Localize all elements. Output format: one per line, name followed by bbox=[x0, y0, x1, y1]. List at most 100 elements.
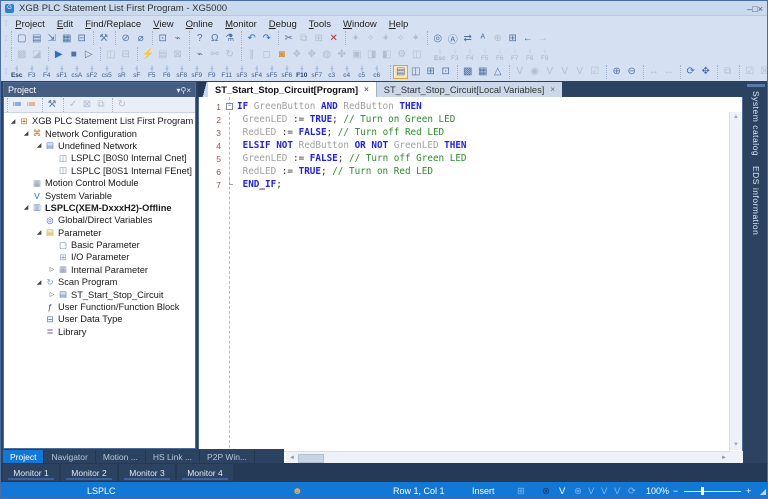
fkey-sf3[interactable]: ╫ sF3 bbox=[234, 63, 249, 80]
dock-tab-p2p-win[interactable]: P2P Win... bbox=[200, 450, 256, 463]
stop-monitor-icon[interactable]: ◻ bbox=[259, 47, 274, 61]
fkey-f11[interactable]: ╫ F11 bbox=[219, 63, 234, 80]
connection-options-icon[interactable]: ⚯ bbox=[207, 47, 222, 61]
fkey-f3[interactable]: ╫ F3 bbox=[447, 46, 462, 63]
duplicate-icon[interactable]: ⧉ bbox=[720, 65, 735, 79]
right-tab-system-catalog[interactable]: System catalog bbox=[751, 91, 761, 156]
find-text-icon[interactable]: Ⓐ bbox=[445, 31, 460, 46]
tree-item-network-config[interactable]: ◢ ⌘ Network Configuration bbox=[4, 127, 195, 139]
fkey-c5[interactable]: ╫ c5 bbox=[354, 63, 369, 80]
zoom-in-button[interactable]: + bbox=[746, 482, 751, 498]
menu-debug[interactable]: Debug bbox=[263, 19, 303, 30]
rung-tool-3-icon[interactable]: ✦ bbox=[378, 31, 393, 45]
status-gear-icon[interactable]: ⊛ bbox=[574, 482, 582, 498]
fkey-sf9[interactable]: ╫ sF9 bbox=[189, 63, 204, 80]
monitor-tool-8-icon[interactable]: ⚙ bbox=[394, 47, 409, 61]
fkey-csa[interactable]: ╫ csA bbox=[69, 63, 84, 80]
monitor-tool-1-icon[interactable]: ❖ bbox=[289, 47, 304, 61]
fkey-sf2[interactable]: ╫ sF2 bbox=[84, 63, 99, 80]
editor-tab-st-start-stop-circuit-local-variables[interactable]: ST_Start_Stop_Circuit[Local Variables] × bbox=[375, 82, 562, 97]
tree-item-fenet-module[interactable]: ◫ LSPLC [B0S1 Internal FEnet] bbox=[4, 165, 195, 177]
compile-all-icon[interactable]: ◪ bbox=[29, 47, 44, 61]
tree-item-internal-parameter[interactable]: ▷ ▦ Internal Parameter bbox=[4, 264, 195, 276]
check-off-icon[interactable]: ☒ bbox=[757, 65, 767, 79]
editor-tab-st-start-stop-circuit-program[interactable]: ST_Start_Stop_Circuit[Program] × bbox=[208, 82, 376, 97]
compare-icon[interactable]: ⧉ bbox=[94, 98, 108, 112]
fkey-f4[interactable]: ╫ F4 bbox=[462, 46, 477, 63]
table-view-icon[interactable]: ⊞ bbox=[505, 31, 520, 45]
monitor-tool-3-icon[interactable]: ◍ bbox=[319, 47, 334, 61]
fkey-sf[interactable]: ╫ sF bbox=[129, 63, 144, 80]
code-line[interactable]: 2 GreenLED := TRUE; // Turn on Green LED bbox=[199, 113, 728, 126]
import-project-icon[interactable]: ⇲ bbox=[44, 31, 59, 45]
v-mode-2-icon[interactable]: V bbox=[601, 482, 607, 498]
var-monitor-2-icon[interactable]: ◉ bbox=[527, 65, 542, 79]
window-message-icon[interactable]: ⊞ bbox=[423, 65, 438, 79]
fkey-f5[interactable]: ╫ F5 bbox=[144, 63, 159, 80]
monitor-tool-4-icon[interactable]: ✤ bbox=[334, 47, 349, 61]
module-view-icon[interactable]: ▦ bbox=[475, 65, 490, 79]
reset-plc-icon[interactable]: ↻ bbox=[222, 47, 237, 61]
code-line[interactable]: 1− IF GreenButton AND RedButton THEN bbox=[199, 100, 728, 113]
scroll-right-icon[interactable]: ► bbox=[718, 455, 730, 461]
memory-view-icon[interactable]: ▤ bbox=[155, 47, 170, 61]
tree-item-undefined-network[interactable]: ◢ ▤ Undefined Network bbox=[4, 140, 195, 152]
status-refresh-icon[interactable]: ⟳ bbox=[628, 482, 636, 498]
cut-icon[interactable]: ✂ bbox=[281, 31, 296, 45]
fkey-sr[interactable]: ╫ sR bbox=[114, 63, 129, 80]
fkey-sf6[interactable]: ╫ sF6 bbox=[279, 63, 294, 80]
tab-monitor-2[interactable]: Monitor 2 bbox=[61, 464, 117, 481]
navigate-back-icon[interactable]: ← bbox=[520, 31, 535, 45]
zoom-slider[interactable] bbox=[684, 491, 741, 492]
menu-view[interactable]: View bbox=[147, 19, 179, 30]
connect-icon[interactable]: ⌁ bbox=[192, 47, 207, 61]
v-mode-3-icon[interactable]: V bbox=[614, 482, 620, 498]
tree-item-system-variable[interactable]: V System Variable bbox=[4, 189, 195, 201]
save-project-icon[interactable]: ▦ bbox=[59, 31, 74, 45]
menu-tools[interactable]: Tools bbox=[303, 19, 337, 30]
tree-expander-icon[interactable]: ◢ bbox=[34, 229, 44, 236]
refresh-tree-icon[interactable]: ↻ bbox=[115, 98, 129, 112]
window-memory-icon[interactable]: ⊡ bbox=[438, 65, 453, 79]
fkey-f7[interactable]: ╫ F7 bbox=[507, 46, 522, 63]
fkey-c3[interactable]: ╫ c3 bbox=[324, 63, 339, 80]
zoom-out-button[interactable]: − bbox=[673, 482, 678, 498]
plug-icon[interactable]: ⌁ bbox=[170, 31, 185, 45]
window-project-icon[interactable]: ▤ bbox=[393, 64, 409, 79]
tree-item-io-parameter[interactable]: ⊞ I/O Parameter bbox=[4, 251, 195, 263]
expand-width-icon[interactable]: ↔ bbox=[646, 65, 661, 79]
fkey-f5[interactable]: ╫ F5 bbox=[477, 46, 492, 63]
rung-tool-1-icon[interactable]: ✦ bbox=[348, 31, 363, 45]
tree-item-library[interactable]: ≣ Library bbox=[4, 326, 195, 338]
tab-close-icon[interactable]: × bbox=[364, 85, 369, 94]
close-button[interactable]: × bbox=[758, 4, 763, 14]
start-monitor-icon[interactable]: ◙ bbox=[274, 47, 289, 61]
tree-expander-icon[interactable]: ◢ bbox=[21, 204, 31, 211]
tree-item-cnet-module[interactable]: ◫ LSPLC [B0S0 Internal Cnet] bbox=[4, 152, 195, 164]
fkey-esc[interactable]: ╫ Esc bbox=[9, 63, 24, 80]
fkey-cs5[interactable]: ╫ cs5 bbox=[99, 63, 114, 80]
fkey-f9[interactable]: ╫ F9 bbox=[204, 63, 219, 80]
tree-item-global-variables[interactable]: ◎ Global/Direct Variables bbox=[4, 214, 195, 226]
tab-close-icon[interactable]: × bbox=[550, 85, 555, 94]
undo-icon[interactable]: ↶ bbox=[244, 31, 259, 45]
menu-find-replace[interactable]: Find/Replace bbox=[79, 19, 147, 30]
view-devices-icon[interactable]: ≔ bbox=[24, 98, 38, 112]
menu-monitor[interactable]: Monitor bbox=[219, 19, 263, 30]
code-line[interactable]: 7 END_IF; bbox=[199, 178, 728, 191]
monitor-display-icon[interactable]: ⊡ bbox=[155, 31, 170, 45]
dock-tab-navigator[interactable]: Navigator bbox=[44, 450, 96, 463]
user-tools-icon[interactable]: Ω bbox=[207, 31, 222, 45]
monitor-tool-2-icon[interactable]: ✥ bbox=[304, 47, 319, 61]
menu-window[interactable]: Window bbox=[337, 19, 383, 30]
scroll-left-icon[interactable]: ◄ bbox=[286, 455, 298, 461]
fkey-sf1[interactable]: ╫ sF1 bbox=[54, 63, 69, 80]
settings-wrench-icon[interactable]: ⚒ bbox=[96, 31, 111, 45]
pause-monitor-icon[interactable]: ∥ bbox=[244, 47, 259, 61]
code-line[interactable]: 3 RedLED := FALSE; // Turn off Red LED bbox=[199, 126, 728, 139]
window-variables-icon[interactable]: ◫ bbox=[408, 65, 423, 79]
fkey-c4[interactable]: ╫ c4 bbox=[339, 63, 354, 80]
code-editor[interactable]: 1− IF GreenButton AND RedButton THEN 2 Gre… bbox=[198, 97, 743, 464]
tree-item-plc-cpu[interactable]: ◢ ▥ LSPLC(XEM-DxxxH2)-Offline bbox=[4, 202, 195, 214]
monitor-tool-6-icon[interactable]: ◨ bbox=[364, 47, 379, 61]
